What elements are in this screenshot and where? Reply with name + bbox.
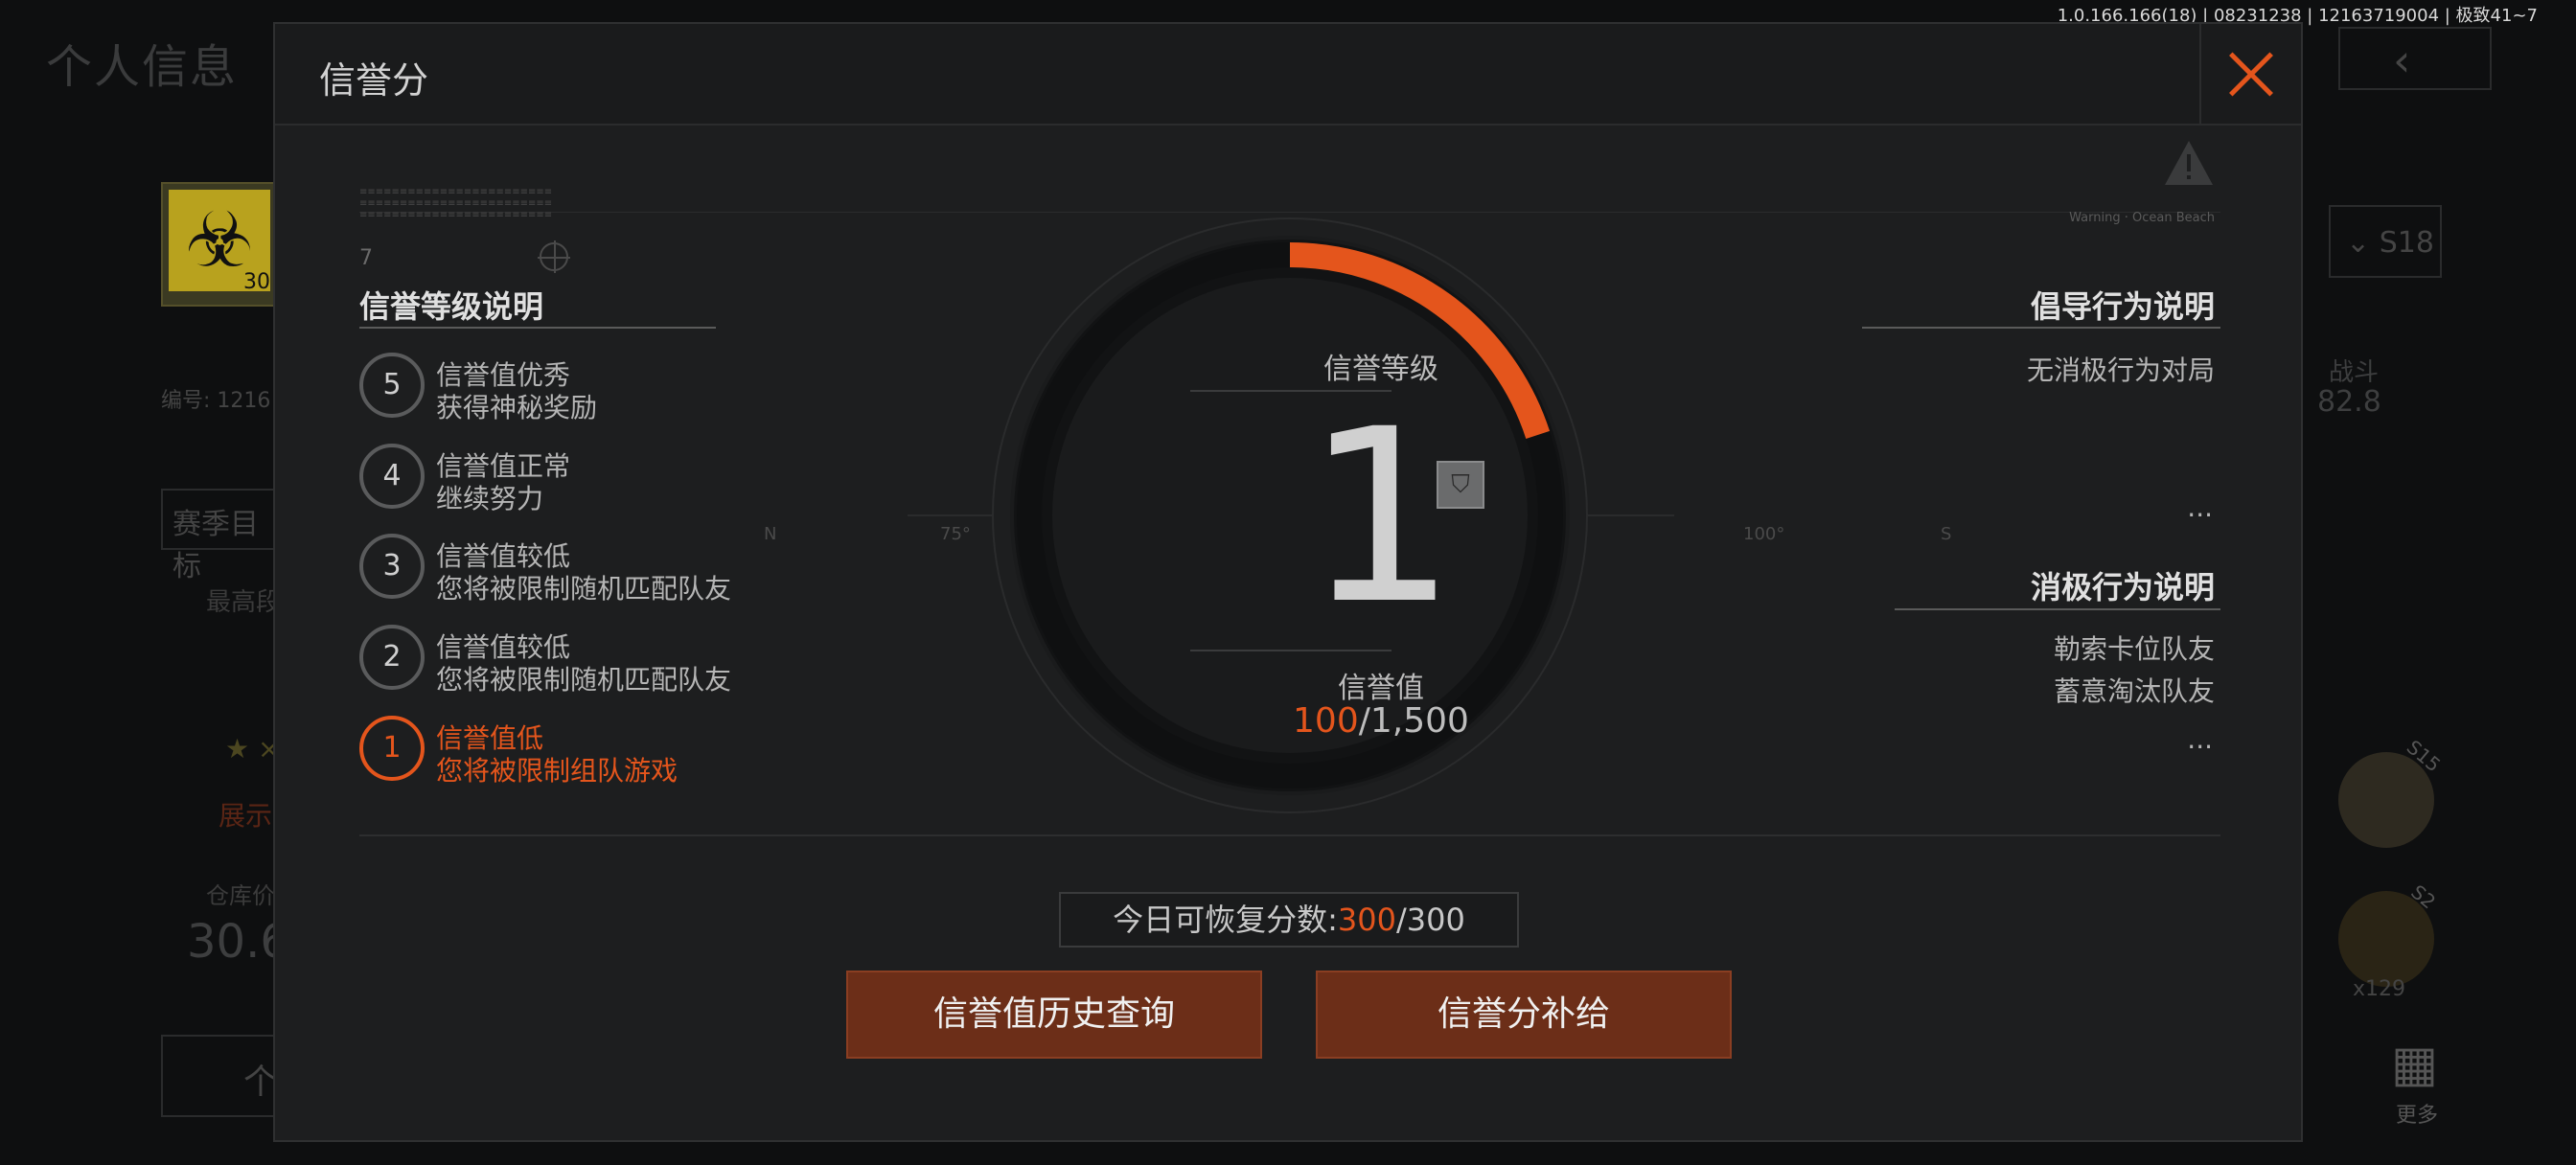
credit-supply-button[interactable]: 信誉分补给 (1316, 971, 1732, 1059)
season-badge-1-label: S15 (2402, 735, 2446, 777)
daily-recover-box: 今日可恢复分数:300/300 (1059, 892, 1519, 948)
divider (359, 834, 2220, 836)
gauge-level-number: 1 (1304, 377, 1458, 656)
background-page-title: 个人信息 (46, 40, 239, 94)
player-avatar[interactable]: ☣ 30 (161, 182, 276, 307)
rank-stars: ★ × (225, 733, 281, 765)
negative-item: 勒索卡位队友 (2053, 633, 2215, 665)
negative-item: 蓄意淘汰队友 (2053, 675, 2215, 707)
gauge-value: 100/1,500 (1237, 701, 1525, 741)
negative-section-title: 消极行为说明 (2030, 569, 2215, 605)
credit-score-modal: 信誉分 ≡≡≡≡≡≡≡≡≡≡≡≡≡≡≡≡≡≡≡≡≡≡≡≡ ≡≡≡≡≡≡≡≡≡≡≡≡… (273, 22, 2303, 1142)
recover-label: 今日可恢复分数: (1113, 902, 1338, 938)
grid-icon[interactable]: ▦ (2391, 1039, 2441, 1089)
negative-more[interactable]: ... (2187, 723, 2213, 755)
battle-value: 82.8 (2317, 385, 2381, 419)
recover-max: /300 (1396, 902, 1465, 938)
gauge-value-current: 100 (1293, 701, 1359, 741)
back-arrow-icon: ‹ (2393, 34, 2411, 86)
divider (1862, 327, 2220, 329)
more-label[interactable]: 更多 (2396, 1098, 2438, 1129)
season-value: S18 (2379, 226, 2434, 260)
season-badge-1[interactable]: S15 (2338, 736, 2445, 848)
season-badge-2-label: S2 (2406, 879, 2441, 914)
highest-rank-label: 最高段 (206, 588, 282, 617)
battle-label: 战斗 (2329, 358, 2380, 387)
player-level: 30 (243, 270, 270, 294)
gauge-value-label: 信誉值 (1338, 672, 1424, 705)
show-button[interactable]: 展示 (218, 795, 272, 834)
player-id: 编号: 1216 (161, 389, 271, 413)
badge-count: x129 (2353, 977, 2406, 1001)
season-badge-2[interactable]: S2 (2338, 880, 2440, 987)
rank-badge-icon[interactable]: ⛉ (1437, 461, 1484, 509)
advocate-item: 无消极行为对局 (2026, 354, 2215, 386)
divider (1895, 608, 2220, 610)
advocate-more[interactable]: ... (2187, 491, 2213, 523)
season-selector[interactable]: ⌄ S18 (2329, 205, 2442, 278)
advocate-section-title: 倡导行为说明 (2030, 288, 2215, 325)
warehouse-label: 仓库价 (206, 882, 275, 909)
season-goal-tab[interactable]: 赛季目标 (161, 489, 276, 583)
credit-history-button[interactable]: 信誉值历史查询 (846, 971, 1262, 1059)
gauge-value-max: /1,500 (1358, 701, 1469, 741)
recover-current: 300 (1337, 902, 1396, 938)
bottom-left-button[interactable]: 个 (161, 1035, 286, 1117)
back-button[interactable]: ‹ (2338, 27, 2492, 90)
